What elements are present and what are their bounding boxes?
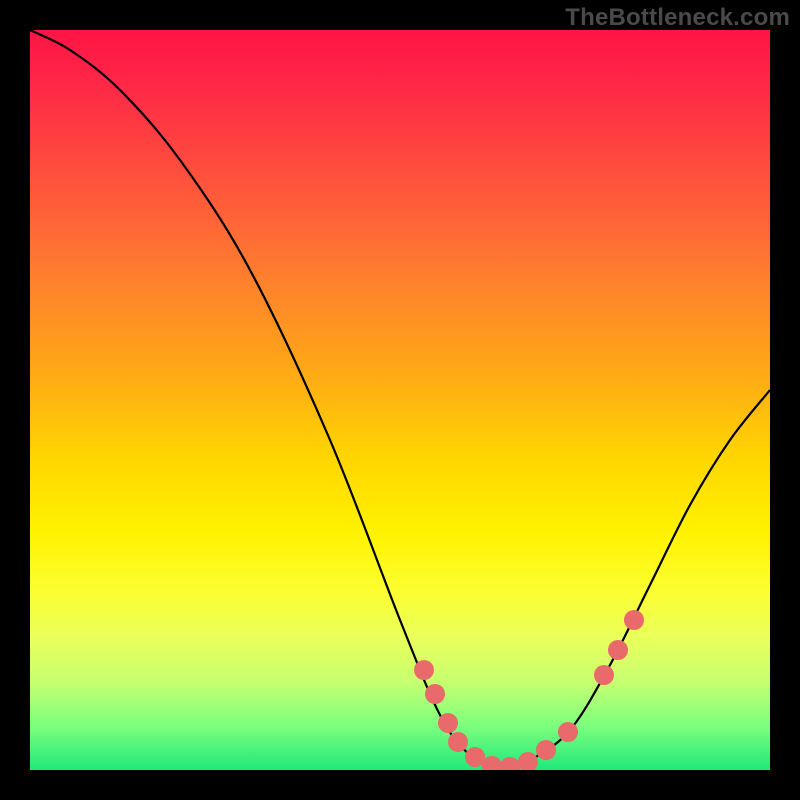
gradient-plot-area [30,30,770,770]
watermark-label: TheBottleneck.com [565,4,790,32]
